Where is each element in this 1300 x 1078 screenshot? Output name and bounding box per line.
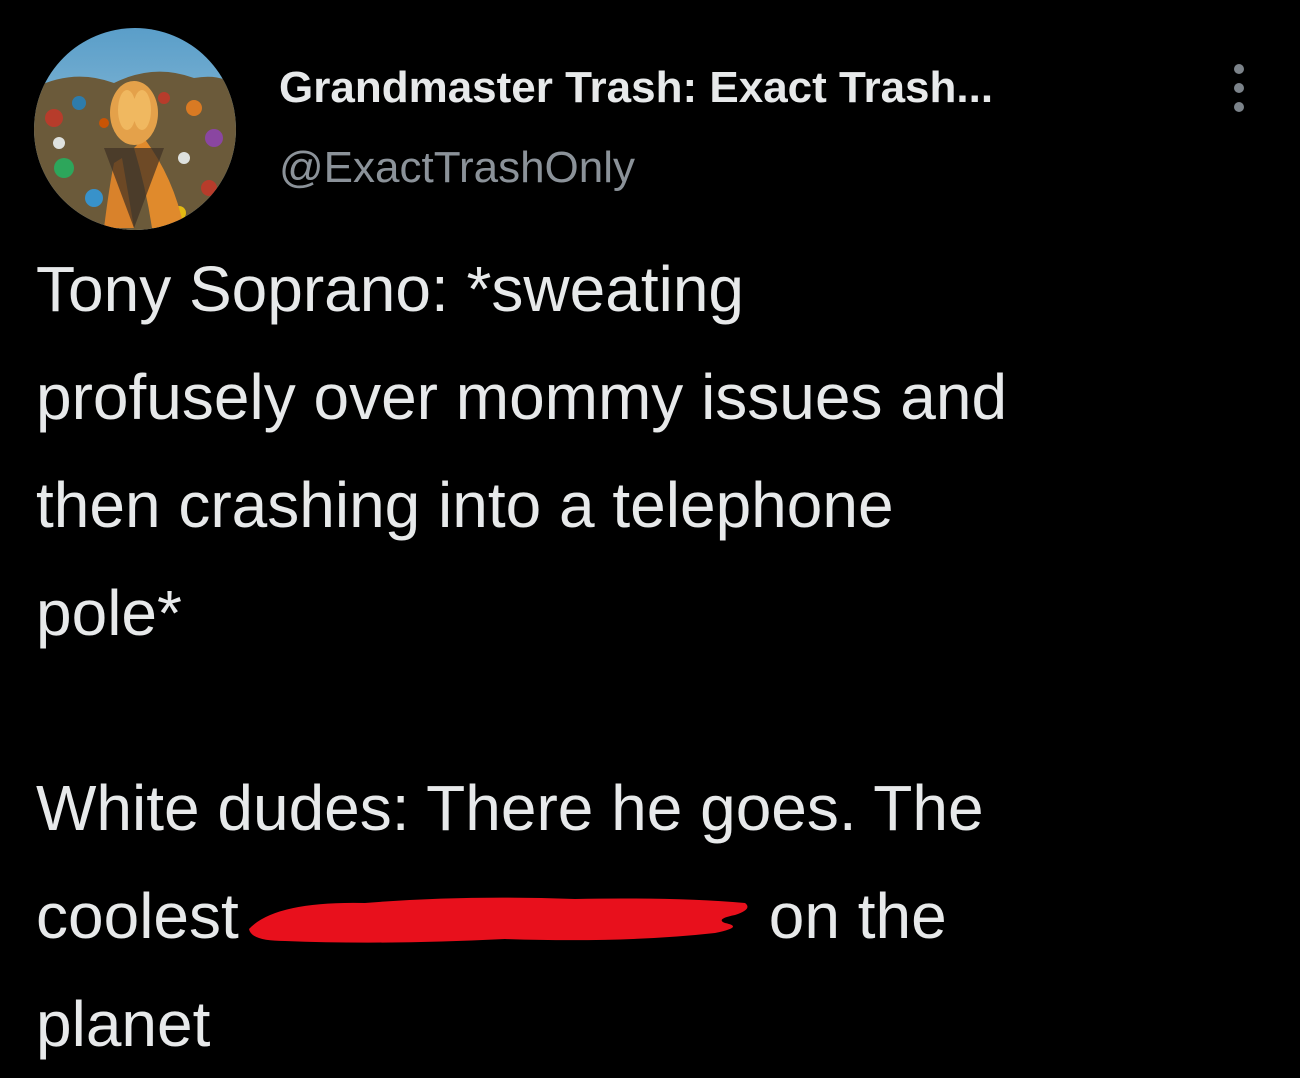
tweet-text-line: planet	[36, 988, 211, 1060]
tweet-text-line: White dudes: There he goes. The	[36, 772, 984, 844]
vertical-ellipsis-icon	[1234, 64, 1244, 74]
red-redaction-scribble	[245, 889, 755, 949]
tweet-text-paragraph-1: Tony Soprano: *sweating profusely over m…	[36, 235, 1276, 667]
display-name[interactable]: Grandmaster Trash: Exact Trash...	[279, 63, 993, 113]
tweet-text-fragment: coolest	[36, 880, 239, 952]
vertical-ellipsis-icon	[1234, 102, 1244, 112]
user-handle[interactable]: @ExactTrashOnly	[279, 143, 635, 193]
tweet-text-paragraph-2: White dudes: There he goes. The coolest o…	[36, 754, 1276, 1078]
tweet-text-line: Tony Soprano: *sweating	[36, 253, 744, 325]
tweet-text-line: pole*	[36, 577, 182, 649]
avatar[interactable]	[34, 28, 236, 230]
tweet-text-line: profusely over mommy issues and	[36, 361, 1008, 433]
avatar-image	[34, 28, 236, 230]
tweet: Grandmaster Trash: Exact Trash... @Exact…	[0, 0, 1300, 1067]
tweet-text-line: then crashing into a telephone	[36, 469, 894, 541]
more-options-button[interactable]	[1222, 58, 1256, 118]
tweet-text-line: coolest on the	[36, 862, 1276, 970]
vertical-ellipsis-icon	[1234, 83, 1244, 93]
tweet-text-fragment: on the	[768, 880, 947, 952]
